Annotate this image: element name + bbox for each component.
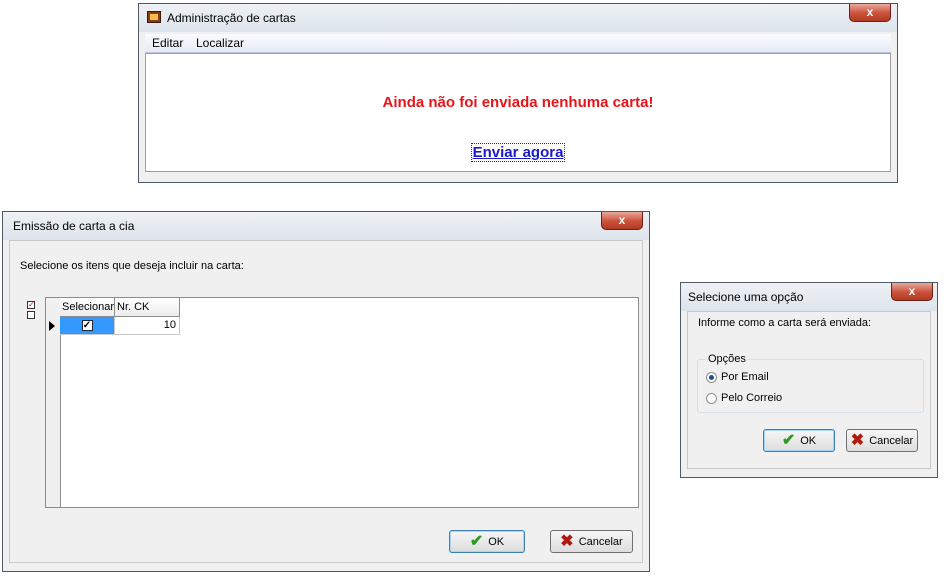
- current-row-arrow-icon: [49, 321, 55, 331]
- group-label: Opções: [706, 353, 748, 365]
- close-button[interactable]: x: [849, 4, 891, 22]
- window-administracao-cartas: Administração de cartas x Editar Localiz…: [138, 3, 898, 183]
- ok-label: OK: [488, 535, 505, 548]
- title-bar[interactable]: Emissão de carta a cia x: [3, 212, 649, 240]
- empty-message: Ainda não foi enviada nenhuma carta!: [382, 94, 654, 111]
- cancel-button[interactable]: ✖ Cancelar: [846, 429, 918, 452]
- menu-localizar[interactable]: Localizar: [196, 36, 244, 50]
- prompt-text: Selecione os itens que deseja incluir na…: [20, 260, 244, 272]
- select-none-icon[interactable]: [27, 311, 35, 319]
- window-selecione-opcao: Selecione uma opção x Informe como a car…: [680, 282, 938, 478]
- ok-label: OK: [800, 434, 817, 447]
- cell-selecionar[interactable]: ✓: [60, 317, 115, 335]
- ok-button[interactable]: ✔ OK: [449, 530, 525, 553]
- check-icon: ✔: [781, 431, 796, 449]
- close-button[interactable]: x: [601, 212, 643, 230]
- ok-button[interactable]: ✔ OK: [763, 429, 835, 452]
- check-icon: ✔: [469, 532, 484, 550]
- menu-bar: Editar Localizar: [145, 34, 891, 53]
- radio-pelo-correio[interactable]: Pelo Correio: [706, 392, 782, 404]
- col-header-selecionar[interactable]: Selecionar: [60, 298, 115, 317]
- window-title: Emissão de carta a cia: [13, 219, 135, 233]
- radio-selected-icon[interactable]: [706, 371, 717, 383]
- window-emissao-carta: Emissão de carta a cia x Selecione os it…: [2, 211, 650, 572]
- app-icon: [147, 11, 161, 23]
- select-all-icon[interactable]: ✓: [27, 301, 35, 309]
- opcoes-group: Opções Por Email Pelo Correio: [697, 353, 924, 413]
- cancel-label: Cancelar: [578, 535, 623, 548]
- cancel-label: Cancelar: [869, 434, 914, 447]
- window-title: Administração de cartas: [167, 11, 296, 25]
- enviar-agora-link[interactable]: Enviar agora: [470, 143, 566, 162]
- select-toggle-icons[interactable]: ✓: [27, 301, 37, 321]
- cancel-x-icon: ✖: [850, 431, 865, 449]
- title-bar[interactable]: Administração de cartas x: [139, 4, 897, 32]
- content-area: Ainda não foi enviada nenhuma carta! Env…: [145, 53, 891, 172]
- prompt-text: Informe como a carta será enviada:: [698, 317, 872, 329]
- radio-label: Pelo Correio: [721, 392, 783, 404]
- row-checkbox[interactable]: ✓: [81, 319, 93, 331]
- radio-label: Por Email: [721, 371, 769, 383]
- items-grid[interactable]: Selecionar Nr. CK ✓ 10: [45, 297, 639, 508]
- cell-nr-ck[interactable]: 10: [115, 317, 180, 335]
- cancel-button[interactable]: ✖ Cancelar: [550, 530, 633, 553]
- window-title: Selecione uma opção: [688, 290, 804, 304]
- menu-editar[interactable]: Editar: [152, 36, 183, 50]
- close-button[interactable]: x: [891, 283, 933, 301]
- col-header-nr-ck[interactable]: Nr. CK: [115, 298, 180, 317]
- radio-por-email[interactable]: Por Email: [706, 371, 769, 383]
- cancel-x-icon: ✖: [560, 532, 574, 550]
- radio-unselected-icon[interactable]: [706, 392, 717, 404]
- title-bar[interactable]: Selecione uma opção x: [681, 283, 937, 311]
